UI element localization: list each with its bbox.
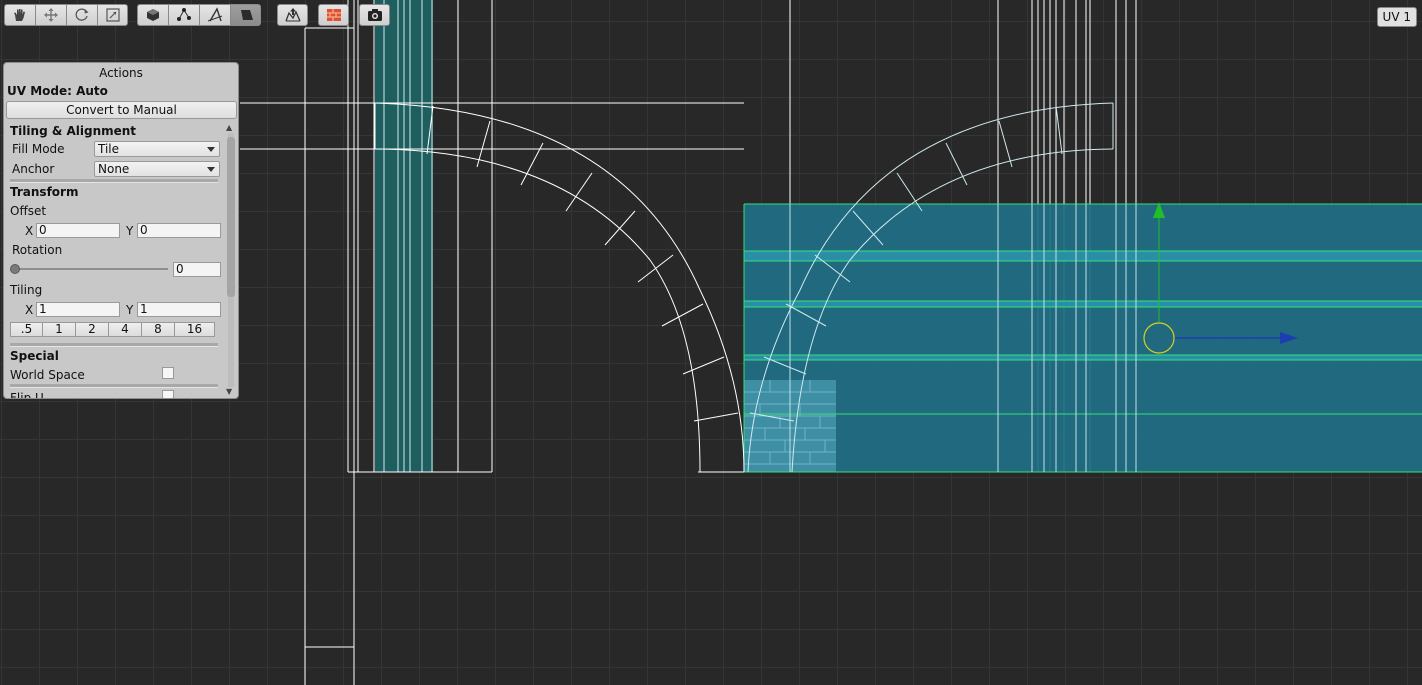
world-space-label: World Space — [10, 368, 85, 382]
tiling-preset-button[interactable]: 16 — [175, 322, 215, 337]
select-mode-group — [137, 4, 261, 26]
scale-icon[interactable] — [97, 4, 128, 26]
fill-mode-value: Tile — [98, 142, 120, 156]
vertex-mode-icon[interactable] — [168, 4, 199, 26]
actions-scrollbar[interactable]: ▲ ▼ — [226, 123, 235, 397]
world-space-checkbox[interactable] — [162, 367, 174, 379]
offset-x-label: X — [25, 224, 34, 238]
fill-mode-dropdown[interactable]: Tile — [94, 141, 220, 157]
convert-to-manual-button[interactable]: Convert to Manual — [6, 101, 237, 119]
rotate-icon[interactable] — [66, 4, 97, 26]
offset-label: Offset — [10, 204, 47, 218]
object-mode-icon[interactable] — [137, 4, 168, 26]
divider — [10, 384, 218, 388]
offset-y-label: Y — [126, 224, 134, 238]
scroll-up-icon[interactable]: ▲ — [226, 123, 232, 132]
screenshot-icon[interactable] — [359, 4, 390, 26]
rotation-slider-track[interactable] — [14, 268, 168, 270]
uv-channel-label[interactable]: UV 1 — [1376, 7, 1417, 27]
divider — [10, 179, 218, 183]
actions-panel-title: Actions — [99, 66, 143, 80]
rotation-label: Rotation — [12, 243, 63, 257]
offset-y-field[interactable]: 0 — [137, 223, 221, 238]
rotation-slider-handle[interactable] — [10, 264, 20, 274]
face-mode-icon[interactable] — [230, 4, 261, 26]
rotation-field[interactable]: 0 — [173, 262, 221, 277]
tiling-y-label: Y — [126, 303, 134, 317]
tiling-label: Tiling — [10, 283, 43, 297]
tiling-x-label: X — [25, 303, 34, 317]
tiling-y-field[interactable]: 1 — [137, 302, 221, 317]
anchor-label: Anchor — [12, 162, 55, 176]
chevron-down-icon — [207, 147, 215, 152]
special-header: Special — [10, 349, 59, 363]
anchor-dropdown[interactable]: None — [94, 161, 220, 177]
flip-u-label: Flip U — [10, 391, 44, 399]
uv-mode-label: UV Mode: Auto — [7, 84, 108, 98]
transform-tool-group — [4, 4, 128, 26]
transform-header: Transform — [10, 185, 79, 199]
tiling-x-field[interactable]: 1 — [36, 302, 120, 317]
flip-u-checkbox[interactable] — [162, 390, 174, 398]
selected-band — [744, 301, 1422, 307]
actions-panel: Actions UV Mode: Auto Convert to Manual … — [3, 62, 239, 399]
fill-mode-label: Fill Mode — [12, 142, 65, 156]
scrollbar-thumb[interactable] — [227, 137, 235, 297]
selected-uv-faces[interactable] — [744, 204, 1422, 472]
texture-group-tool — [318, 4, 349, 26]
actions-scroll-area[interactable]: Tiling & Alignment Fill Mode Tile Anchor… — [4, 121, 226, 399]
tiling-preset-button[interactable]: .5 — [10, 322, 43, 337]
move-icon[interactable] — [35, 4, 66, 26]
divider — [10, 343, 218, 347]
tiling-preset-button[interactable]: 2 — [76, 322, 109, 337]
tiling-preset-button[interactable]: 1 — [43, 322, 76, 337]
tiling-preset-button[interactable]: 4 — [109, 322, 142, 337]
selected-band — [744, 251, 1422, 261]
screenshot-tool — [359, 4, 390, 26]
tiling-alignment-header: Tiling & Alignment — [10, 124, 137, 138]
anchor-value: None — [98, 162, 130, 176]
uv-export-group — [277, 4, 308, 26]
uv-export-icon[interactable] — [277, 4, 308, 26]
texture-group-icon[interactable] — [318, 4, 349, 26]
hand-icon[interactable] — [4, 4, 35, 26]
edge-mode-icon[interactable] — [199, 4, 230, 26]
selected-band — [744, 355, 1422, 360]
scroll-down-icon[interactable]: ▼ — [226, 387, 232, 396]
tiling-preset-row: .5 1 2 4 8 16 — [10, 322, 215, 337]
offset-x-field[interactable]: 0 — [36, 223, 120, 238]
chevron-down-icon — [207, 167, 215, 172]
tiling-preset-button[interactable]: 8 — [142, 322, 175, 337]
